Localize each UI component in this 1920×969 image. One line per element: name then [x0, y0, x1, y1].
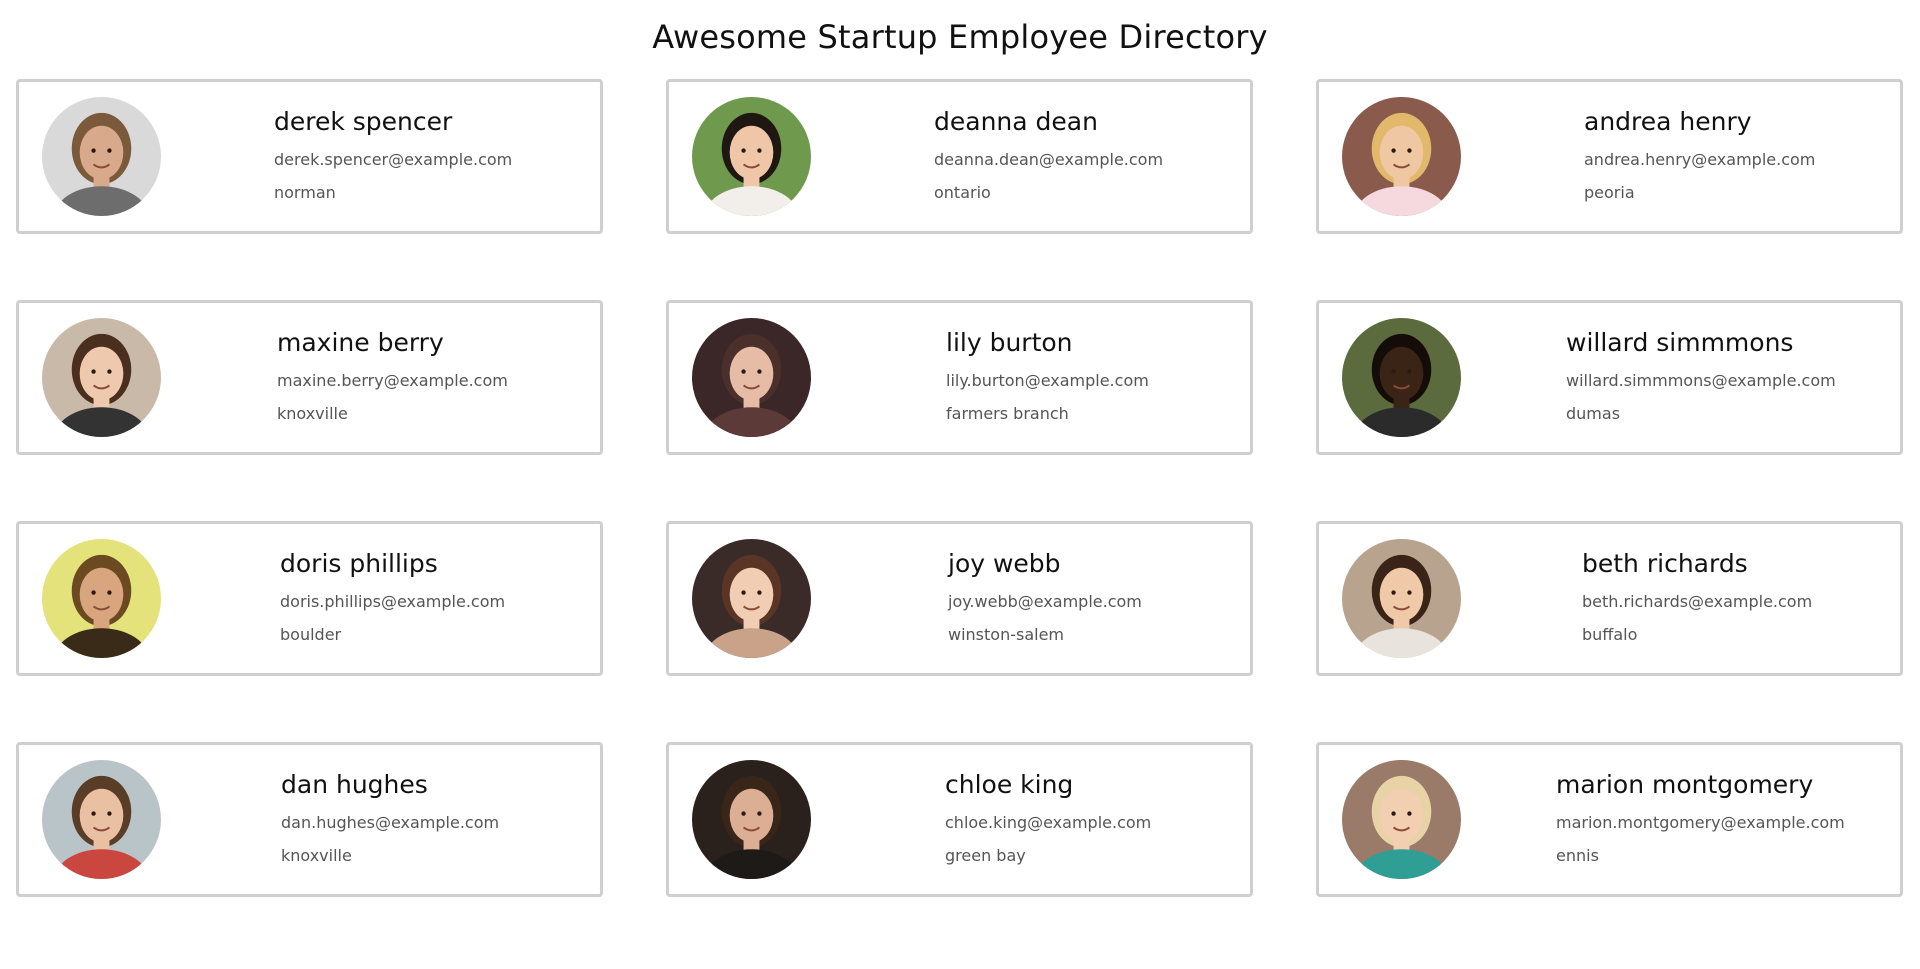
employee-name: marion montgomery: [1556, 770, 1814, 799]
avatar: [692, 318, 811, 437]
avatar: [42, 539, 161, 658]
employee-email: marion.montgomery@example.com: [1556, 813, 1845, 832]
employee-email: derek.spencer@example.com: [274, 150, 513, 169]
employee-email: chloe.king@example.com: [945, 813, 1152, 832]
employee-info: derek spencer derek.spencer@example.com no…: [274, 107, 512, 202]
employee-card[interactable]: deanna dean deanna.dean@example.com ontari…: [666, 79, 1253, 234]
employee-name: andrea henry: [1584, 107, 1752, 136]
employee-card[interactable]: chloe king chloe.king@example.com green ba…: [666, 742, 1253, 897]
employee-email: lily.burton@example.com: [946, 371, 1149, 390]
employee-card[interactable]: maxine berry maxine.berry@example.com knox…: [16, 300, 603, 455]
avatar: [1342, 760, 1461, 879]
employee-name: lily burton: [946, 328, 1073, 357]
employee-email: deanna.dean@example.com: [934, 150, 1164, 169]
employee-card[interactable]: beth richards beth.richards@example.com bu…: [1316, 521, 1903, 676]
employee-email: willard.simmmons@example.com: [1566, 371, 1836, 390]
employee-city: farmers branch: [946, 404, 1069, 423]
page-title: Awesome Startup Employee Directory: [652, 18, 1268, 56]
employee-name: dan hughes: [281, 770, 428, 799]
employee-gallery: derek spencer derek.spencer@example.com no…: [16, 79, 1904, 897]
employee-email: doris.phillips@example.com: [280, 592, 506, 611]
page: Awesome Startup Employee Directory derek…: [0, 0, 1920, 969]
employee-card[interactable]: willard simmmons willard.simmmons@example…: [1316, 300, 1903, 455]
employee-name: beth richards: [1582, 549, 1748, 578]
avatar: [42, 97, 161, 216]
employee-info: joy webb joy.webb@example.com winston-sale…: [948, 549, 1142, 644]
avatar: [1342, 539, 1461, 658]
employee-email: andrea.henry@example.com: [1584, 150, 1816, 169]
avatar: [42, 318, 161, 437]
employee-city: peoria: [1584, 183, 1635, 202]
employee-city: knoxville: [277, 404, 348, 423]
employee-email: dan.hughes@example.com: [281, 813, 500, 832]
avatar: [692, 760, 811, 879]
avatar: [692, 97, 811, 216]
employee-card[interactable]: doris phillips doris.phillips@example.com…: [16, 521, 603, 676]
avatar: [1342, 97, 1461, 216]
employee-card[interactable]: joy webb joy.webb@example.com winston-sale…: [666, 521, 1253, 676]
employee-city: ontario: [934, 183, 991, 202]
employee-card[interactable]: derek spencer derek.spencer@example.com no…: [16, 79, 603, 234]
employee-email: beth.richards@example.com: [1582, 592, 1813, 611]
employee-name: doris phillips: [280, 549, 438, 578]
employee-city: knoxville: [281, 846, 352, 865]
employee-city: green bay: [945, 846, 1026, 865]
employee-info: marion montgomery marion.montgomery@examp…: [1556, 770, 1845, 865]
employee-info: maxine berry maxine.berry@example.com knox…: [277, 328, 508, 423]
employee-email: joy.webb@example.com: [948, 592, 1142, 611]
employee-name: deanna dean: [934, 107, 1098, 136]
employee-city: boulder: [280, 625, 342, 644]
employee-info: deanna dean deanna.dean@example.com ontari…: [934, 107, 1163, 202]
employee-city: winston-salem: [948, 625, 1064, 644]
employee-card[interactable]: lily burton lily.burton@example.com farmer…: [666, 300, 1253, 455]
avatar: [1342, 318, 1461, 437]
avatar: [692, 539, 811, 658]
employee-info: dan hughes dan.hughes@example.com knoxvill…: [281, 770, 499, 865]
employee-name: chloe king: [945, 770, 1074, 799]
employee-email: maxine.berry@example.com: [277, 371, 508, 390]
employee-city: ennis: [1556, 846, 1599, 865]
employee-card[interactable]: marion montgomery marion.montgomery@examp…: [1316, 742, 1903, 897]
employee-info: doris phillips doris.phillips@example.com…: [280, 549, 505, 644]
employee-city: buffalo: [1582, 625, 1638, 644]
employee-name: willard simmmons: [1566, 328, 1794, 357]
avatar: [42, 760, 161, 879]
employee-info: lily burton lily.burton@example.com farmer…: [946, 328, 1149, 423]
employee-name: derek spencer: [274, 107, 453, 136]
employee-name: joy webb: [948, 549, 1061, 578]
employee-info: chloe king chloe.king@example.com green ba…: [945, 770, 1151, 865]
employee-city: norman: [274, 183, 336, 202]
employee-card[interactable]: dan hughes dan.hughes@example.com knoxvill…: [16, 742, 603, 897]
employee-city: dumas: [1566, 404, 1621, 423]
employee-card[interactable]: andrea henry andrea.henry@example.com peor…: [1316, 79, 1903, 234]
employee-info: andrea henry andrea.henry@example.com peor…: [1584, 107, 1815, 202]
employee-info: willard simmmons willard.simmmons@example…: [1566, 328, 1836, 423]
employee-info: beth richards beth.richards@example.com bu…: [1582, 549, 1812, 644]
employee-name: maxine berry: [277, 328, 444, 357]
